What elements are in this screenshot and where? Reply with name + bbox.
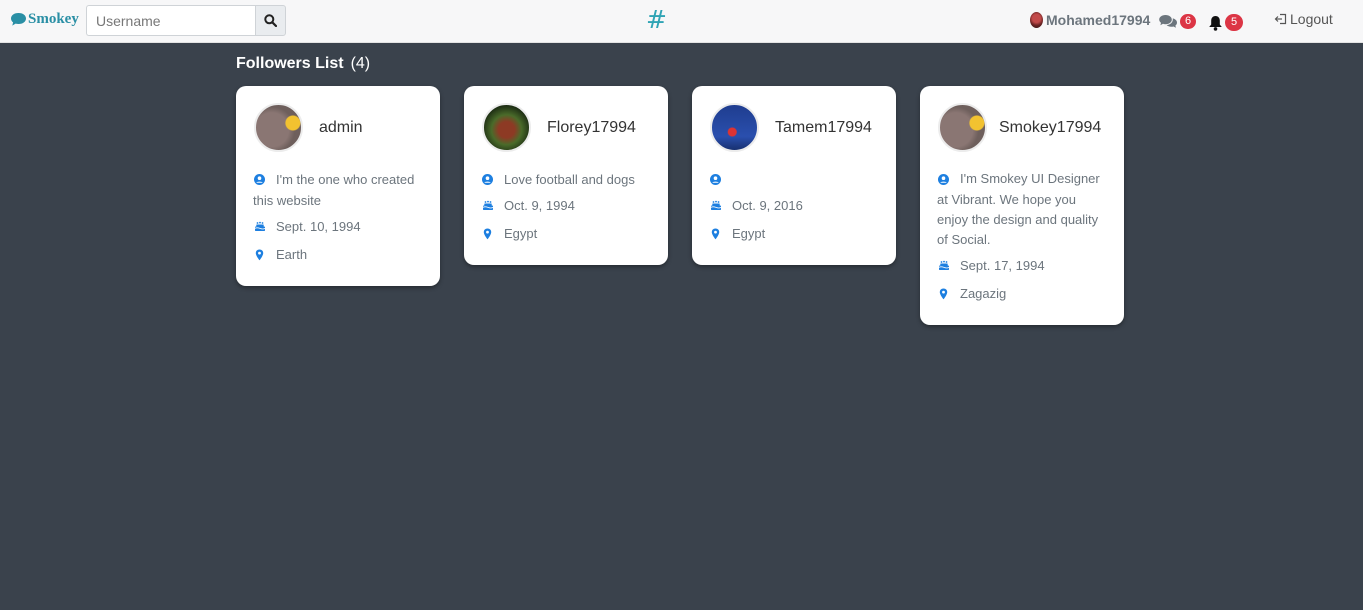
birthday-cake-icon [253, 216, 266, 237]
birthday-cake-icon [481, 195, 494, 216]
followers-count: (4) [350, 55, 371, 72]
search-button[interactable] [255, 5, 286, 36]
follower-location: Egypt [481, 223, 651, 244]
logout-link[interactable]: Logout [1274, 11, 1333, 27]
follower-username[interactable]: admin [319, 119, 363, 137]
search-form [86, 5, 286, 36]
notifications-link[interactable]: 5 [1208, 14, 1244, 31]
comments-icon [1159, 15, 1177, 28]
brand-link[interactable]: Smokey [10, 11, 79, 28]
messages-badge: 6 [1180, 14, 1197, 29]
follower-birthday: Oct. 9, 1994 [481, 195, 651, 216]
logout-label: Logout [1290, 11, 1333, 27]
birthday-cake-icon [937, 255, 950, 276]
follower-username[interactable]: Florey17994 [547, 119, 636, 137]
user-profile-link[interactable]: Mohamed17994 [1030, 12, 1150, 28]
comment-icon [11, 13, 26, 26]
map-pin-icon [481, 223, 494, 244]
follower-location: Earth [253, 244, 423, 265]
follower-avatar[interactable] [482, 103, 531, 152]
messages-link[interactable]: 6 [1158, 14, 1197, 29]
navbar: Smokey # Mohamed17994 6 5 Logout [0, 0, 1363, 43]
birthday-cake-icon [709, 195, 722, 216]
follower-username[interactable]: Smokey17994 [999, 119, 1101, 137]
search-icon [264, 14, 277, 27]
follower-card-florey17994[interactable]: Florey17994 Love football and dogs Oct. … [464, 86, 668, 265]
home-hash-link[interactable]: # [646, 5, 667, 34]
page-title: Followers List (4) [236, 55, 370, 73]
brand-name: Smokey [28, 11, 79, 27]
follower-username[interactable]: Tamem17994 [775, 119, 872, 137]
search-input[interactable] [86, 5, 255, 36]
follower-location: Zagazig [937, 283, 1107, 304]
user-circle-icon [937, 169, 950, 190]
user-avatar [1030, 12, 1043, 28]
follower-bio: Love football and dogs [481, 169, 651, 190]
user-circle-icon [481, 169, 494, 190]
bell-icon [1209, 15, 1222, 31]
map-pin-icon [937, 283, 950, 304]
user-circle-icon [253, 169, 266, 190]
map-pin-icon [709, 223, 722, 244]
follower-card-admin[interactable]: admin I'm the one who created this websi… [236, 86, 440, 286]
follower-card-tamem17994[interactable]: Tamem17994 Oct. 9, 2016 Egypt [692, 86, 896, 265]
page-title-text: Followers List [236, 55, 344, 72]
user-circle-icon [709, 169, 722, 190]
follower-bio [709, 169, 879, 190]
follower-location: Egypt [709, 223, 879, 244]
logout-icon [1274, 13, 1287, 25]
follower-card-smokey17994[interactable]: Smokey17994 I'm Smokey UI Designer at Vi… [920, 86, 1124, 325]
follower-avatar[interactable] [938, 103, 987, 152]
follower-avatar[interactable] [710, 103, 759, 152]
notifications-badge: 5 [1225, 14, 1244, 31]
map-pin-icon [253, 244, 266, 265]
follower-avatar[interactable] [254, 103, 303, 152]
follower-birthday: Sept. 17, 1994 [937, 255, 1107, 276]
user-name: Mohamed17994 [1046, 12, 1151, 28]
follower-birthday: Sept. 10, 1994 [253, 216, 423, 237]
follower-bio: I'm Smokey UI Designer at Vibrant. We ho… [937, 169, 1100, 247]
follower-bio: I'm the one who created this website [253, 169, 423, 211]
follower-birthday: Oct. 9, 2016 [709, 195, 879, 216]
